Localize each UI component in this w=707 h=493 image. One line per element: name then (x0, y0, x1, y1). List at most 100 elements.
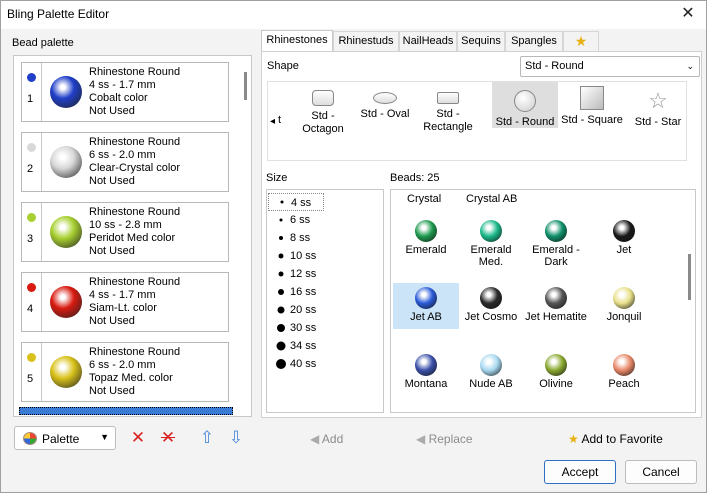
color-dot (27, 283, 36, 292)
size-list[interactable]: 4 ss 6 ss 8 ss 10 ss 12 ss 16 ss 20 ss 30 ss 34 … (266, 189, 384, 413)
bead-option[interactable]: Jet Hematite (523, 283, 589, 329)
palette-item-details: Rhinestone Round 6 ss - 2.0 mm Topaz Med. … (89, 346, 180, 398)
oval-icon (373, 92, 397, 104)
size-option[interactable]: 8 ss (268, 229, 382, 247)
bead-option[interactable]: Jet AB (393, 283, 459, 329)
add-to-favorite-button[interactable]: ★ Add to Favorite (568, 432, 663, 446)
size-dot-icon (278, 253, 284, 259)
palette-scroll-thumb[interactable] (244, 72, 247, 100)
shape-option[interactable]: Std - Octagon (288, 82, 358, 160)
add-label: Add (321, 432, 344, 446)
tab-rhinestones[interactable]: Rhinestones (261, 30, 333, 53)
bead-option[interactable]: Jet Cosmo (458, 283, 524, 329)
palette-item-color: Peridot Med color (89, 232, 176, 244)
title-bar: Bling Palette Editor ✕ (1, 1, 706, 29)
tab-sequins[interactable]: Sequins (457, 31, 505, 52)
chevron-down-icon: ⌄ (686, 61, 694, 71)
bead-option[interactable]: Emerald (393, 216, 459, 262)
tab-rhinestuds[interactable]: Rhinestuds (333, 31, 399, 52)
size-option[interactable]: 10 ss (268, 247, 382, 265)
beads-grid[interactable]: Crystal Crystal AB Emerald Emerald Med. Em… (390, 189, 696, 413)
palette-item-index-column: 2 (22, 133, 42, 191)
shape-option[interactable]: Std - Oval (350, 82, 420, 160)
palette-item-color: Topaz Med. color (89, 372, 173, 384)
shape-select[interactable]: Std - Round ⌄ (520, 56, 700, 77)
bead-option[interactable]: Jet (591, 216, 657, 262)
bead-option[interactable]: Nude AB (458, 350, 524, 396)
tab-nailheads[interactable]: NailHeads (399, 31, 457, 52)
size-dot-icon (278, 271, 284, 277)
add-to-favorite-label: Add to Favorite (581, 432, 663, 446)
palette-item-color: Clear-Crystal color (89, 162, 181, 174)
tab-spangles[interactable]: Spangles (505, 31, 563, 52)
rhinestone-gem-icon (50, 146, 82, 178)
rhinestone-gem-icon (50, 356, 82, 388)
move-down-icon[interactable]: ⇩ (226, 428, 246, 448)
bead-gem-icon (545, 354, 567, 376)
size-option[interactable]: 16 ss (268, 283, 382, 301)
accept-button[interactable]: Accept (544, 460, 616, 484)
shape-gallery: ◂ t ▸ Std - OctagonStd - OvalStd - Recta… (267, 81, 687, 161)
star-icon: ☆ (648, 88, 668, 113)
move-up-icon[interactable]: ⇧ (197, 428, 217, 448)
crystal-ab-header: Crystal AB (466, 193, 518, 205)
palette-item[interactable]: 1 Rhinestone Round 4 ss - 1.7 mm Cobalt col… (21, 62, 229, 122)
bead-gem-icon (545, 287, 567, 309)
shape-option[interactable]: Std - Square (559, 82, 625, 160)
beads-scroll-thumb[interactable] (688, 254, 691, 300)
palette-item-name: Rhinestone Round (89, 346, 181, 358)
octagon-icon (312, 90, 334, 106)
bead-option[interactable]: Emerald - Dark (523, 216, 589, 268)
shape-option[interactable]: Std - Rectangle (416, 82, 480, 160)
palette-item[interactable]: 2 Rhinestone Round 6 ss - 2.0 mm Clear-Crys… (21, 132, 229, 192)
bead-gem-icon (613, 354, 635, 376)
palette-item-name: Rhinestone Round (89, 206, 181, 218)
beads-scrollbar[interactable] (685, 190, 695, 412)
size-dot-icon (280, 200, 284, 204)
bead-option[interactable]: Jonquil (591, 283, 657, 329)
shape-option-label: Std - Octagon (302, 110, 344, 135)
shape-option[interactable]: Std - Round (492, 82, 558, 128)
bead-gem-icon (613, 220, 635, 242)
size-option[interactable]: 6 ss (268, 211, 382, 229)
palette-item-index-column: 5 (22, 343, 42, 401)
palette-selection-item[interactable] (19, 407, 233, 415)
delete-all-icon[interactable]: ✕ (158, 428, 178, 448)
close-icon[interactable]: ✕ (678, 4, 698, 24)
tab-favorites-star-icon[interactable]: ★ (563, 31, 599, 52)
bead-option[interactable]: Peach (591, 350, 657, 396)
bling-palette-editor-window: Bling Palette Editor ✕ Bead palette 1 Rhi… (0, 0, 707, 493)
cancel-button[interactable]: Cancel (625, 460, 697, 484)
color-dot (27, 213, 36, 222)
bead-option[interactable]: Olivine (523, 350, 589, 396)
size-option-label: 30 ss (290, 322, 317, 334)
size-option[interactable]: 34 ss (268, 337, 382, 355)
palette-item[interactable]: 3 Rhinestone Round 10 ss - 2.8 mm Peridot M… (21, 202, 229, 262)
size-option[interactable]: 40 ss (268, 355, 382, 373)
rectangle-icon (437, 92, 459, 104)
bead-label: Montana (404, 378, 448, 390)
palette-dropdown[interactable]: Palette ▼ (14, 426, 116, 450)
palette-item-size: 6 ss - 2.0 mm (89, 359, 156, 371)
scroll-left-icon[interactable]: ◂ (270, 116, 275, 127)
size-dot-icon (277, 306, 285, 314)
shape-option[interactable]: ☆ Std - Star (634, 82, 682, 160)
palette-item[interactable]: 4 Rhinestone Round 4 ss - 1.7 mm Siam-Lt. c… (21, 272, 229, 332)
bead-palette-list[interactable]: 1 Rhinestone Round 4 ss - 1.7 mm Cobalt col… (13, 55, 252, 417)
palette-item-status: Not Used (89, 175, 135, 187)
palette-scrollbar[interactable] (240, 56, 251, 416)
bead-option[interactable]: Emerald Med. (458, 216, 524, 268)
crystal-header: Crystal (407, 193, 442, 205)
delete-icon[interactable]: ✕ (128, 428, 148, 448)
size-option[interactable]: 12 ss (268, 265, 382, 283)
size-option[interactable]: 4 ss (268, 193, 324, 211)
chevron-down-icon: ▼ (100, 432, 109, 442)
replace-label: Replace (428, 432, 473, 446)
bead-option[interactable]: Montana (393, 350, 459, 396)
size-option[interactable]: 30 ss (268, 319, 382, 337)
bead-gem-icon (545, 220, 567, 242)
shape-select-value: Std - Round (525, 60, 584, 72)
palette-item[interactable]: 5 Rhinestone Round 6 ss - 2.0 mm Topaz Med.… (21, 342, 229, 402)
shape-label: Shape (267, 60, 299, 72)
size-option[interactable]: 20 ss (268, 301, 382, 319)
